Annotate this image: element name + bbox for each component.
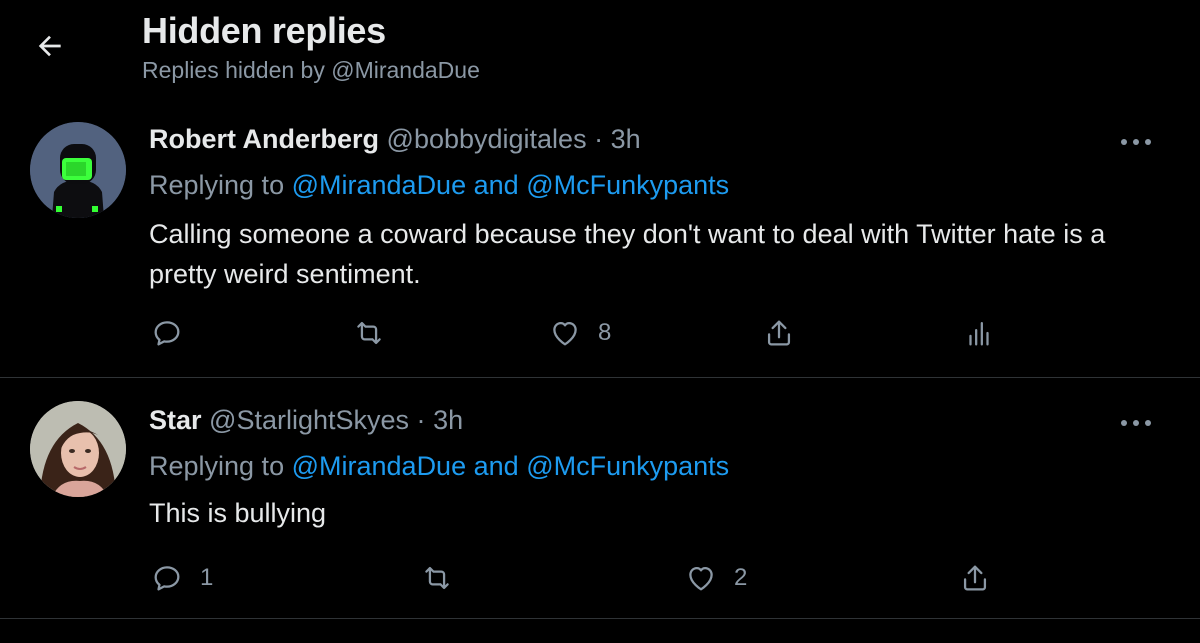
more-horizontal-icon bbox=[1121, 420, 1151, 426]
like-count: 8 bbox=[598, 319, 612, 346]
avatar[interactable] bbox=[30, 401, 126, 497]
mention-conjunction[interactable]: and bbox=[474, 451, 519, 481]
reply-text: Calling someone a coward because they do… bbox=[149, 219, 1106, 289]
share-button[interactable] bbox=[762, 310, 796, 356]
reply-meta: Robert Anderberg @bobbydigitales · 3h bbox=[149, 124, 641, 155]
page-subtitle: Replies hidden by @MirandaDue bbox=[142, 57, 480, 83]
mention-link[interactable]: @McFunkypants bbox=[526, 170, 729, 200]
mention-link[interactable]: @MirandaDue bbox=[292, 170, 467, 200]
replying-to: Replying to @MirandaDue and @McFunkypant… bbox=[149, 170, 729, 201]
like-count: 2 bbox=[734, 564, 748, 591]
reply-count: 1 bbox=[200, 564, 214, 591]
reply-icon bbox=[154, 566, 180, 591]
avatar[interactable] bbox=[30, 122, 126, 218]
mention-link[interactable]: @McFunkypants bbox=[526, 451, 729, 481]
retweet-icon bbox=[425, 566, 449, 590]
avatar-green-helmet-icon bbox=[30, 122, 126, 218]
display-name[interactable]: Star bbox=[149, 405, 202, 435]
reply-button[interactable] bbox=[150, 310, 200, 356]
header: Hidden replies Replies hidden by @Mirand… bbox=[0, 0, 1200, 110]
more-horizontal-icon bbox=[1121, 139, 1151, 145]
replying-prefix: Replying to bbox=[149, 451, 285, 481]
reply-text: This is bullying bbox=[149, 498, 327, 528]
retweet-icon bbox=[357, 321, 381, 345]
reply-item[interactable]: Robert Anderberg @bobbydigitales · 3h Re… bbox=[0, 110, 1200, 378]
timestamp[interactable]: 3h bbox=[611, 124, 641, 154]
user-handle[interactable]: @StarlightSkyes bbox=[209, 405, 409, 435]
timestamp[interactable]: 3h bbox=[433, 405, 463, 435]
action-bar: 8 bbox=[0, 310, 1200, 356]
arrow-left-icon bbox=[38, 35, 61, 57]
hidden-replies-page: Hidden replies Replies hidden by @Mirand… bbox=[0, 0, 1200, 643]
reply-button[interactable]: 1 bbox=[150, 555, 213, 601]
meta-separator: · bbox=[416, 405, 426, 435]
share-icon bbox=[767, 320, 791, 346]
retweet-button[interactable] bbox=[420, 555, 470, 601]
reply-item[interactable]: Star @StarlightSkyes · 3h Replying to @M… bbox=[0, 379, 1200, 619]
analytics-button[interactable] bbox=[962, 310, 996, 356]
action-bar: 1 2 bbox=[0, 555, 1200, 601]
display-name[interactable]: Robert Anderberg bbox=[149, 124, 379, 154]
mention-link[interactable]: @MirandaDue bbox=[292, 451, 467, 481]
analytics-icon bbox=[969, 321, 989, 346]
mention-conjunction[interactable]: and bbox=[474, 170, 519, 200]
back-button[interactable] bbox=[22, 24, 78, 68]
more-options-button[interactable] bbox=[1116, 130, 1156, 154]
like-icon bbox=[689, 566, 713, 591]
more-options-button[interactable] bbox=[1116, 411, 1156, 435]
share-icon bbox=[963, 565, 987, 591]
user-handle[interactable]: @bobbydigitales bbox=[387, 124, 587, 154]
avatar-photo-icon bbox=[30, 401, 126, 497]
replying-to: Replying to @MirandaDue and @McFunkypant… bbox=[149, 451, 729, 482]
retweet-button[interactable] bbox=[352, 310, 402, 356]
like-icon bbox=[553, 321, 577, 346]
reply-meta: Star @StarlightSkyes · 3h bbox=[149, 405, 463, 436]
like-button[interactable]: 8 bbox=[548, 310, 611, 356]
like-button[interactable]: 2 bbox=[684, 555, 747, 601]
page-title: Hidden replies bbox=[142, 10, 386, 51]
replying-prefix: Replying to bbox=[149, 170, 285, 200]
meta-separator: · bbox=[594, 124, 604, 154]
share-button[interactable] bbox=[958, 555, 992, 601]
reply-icon bbox=[154, 321, 180, 346]
